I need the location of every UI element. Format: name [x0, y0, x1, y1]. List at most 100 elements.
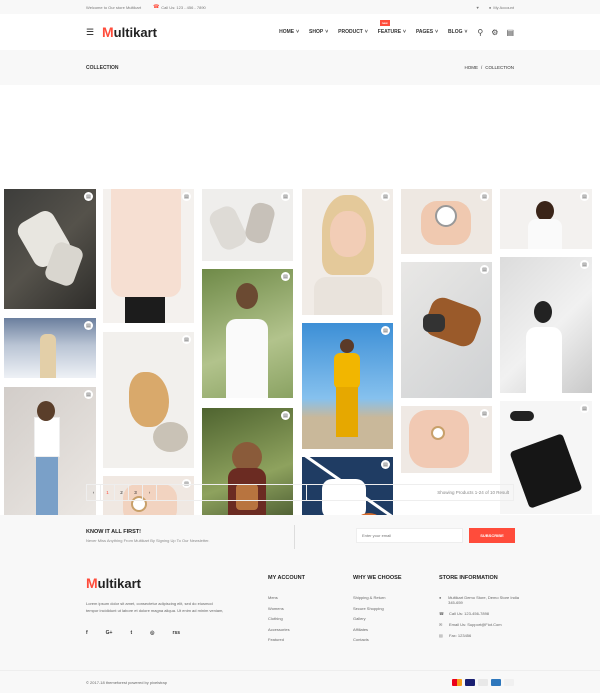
phone-icon: ☎ — [439, 611, 444, 616]
tile-white-shirt-man[interactable]: ▤ — [103, 189, 194, 323]
cart-icon[interactable]: ▤ — [84, 192, 93, 201]
email-field[interactable] — [356, 528, 463, 543]
user-icon: ● — [488, 4, 492, 10]
cart-icon[interactable]: ▤ — [480, 409, 489, 418]
search-icon[interactable]: ⚲ — [477, 28, 483, 37]
call-text: Call Us: 123 - 456 - 7890 — [161, 4, 206, 10]
cart-icon[interactable]: ▤ — [381, 326, 390, 335]
google-plus-icon[interactable]: G+ — [106, 630, 113, 636]
footer-link-contacts[interactable]: Contacts — [353, 637, 402, 648]
nav-shop[interactable]: SHOP ˅ — [309, 29, 328, 35]
tile-girl-leaning[interactable]: ▤ — [4, 387, 96, 522]
footer-store-info: STORE INFORMATION ● Multikart Demo Store,… — [439, 575, 520, 638]
tile-bag-headphones[interactable]: ▤ — [401, 262, 492, 398]
tile-shoes-flatlay[interactable]: ▤ — [202, 189, 293, 261]
footer-link-gallery[interactable]: Gallery — [353, 616, 402, 627]
account-menu[interactable]: ● My Account — [489, 5, 514, 10]
chevron-down-icon: ˅ — [435, 29, 439, 35]
rss-icon[interactable]: rss — [173, 630, 181, 636]
social-links: f G+ t ◎ rss — [86, 630, 226, 636]
tile-gold-accessory[interactable]: ▤ — [103, 332, 194, 468]
footer-bottom: © 2017-18 themeforest powered by pixelst… — [0, 670, 600, 693]
cart-icon[interactable]: ▤ — [84, 390, 93, 399]
amex-icon — [491, 678, 501, 686]
footer-link-shipping[interactable]: Shipping & Return — [353, 595, 402, 606]
cart-icon[interactable]: ▤ — [580, 192, 589, 201]
chevron-down-icon: ˅ — [403, 29, 406, 35]
nav-blog[interactable]: BLOG ˅ — [448, 29, 467, 35]
tile-hand-watch[interactable]: ▤ — [401, 189, 492, 254]
footer-about: M ultikart Lorem ipsum dolor sit amet, c… — [86, 575, 226, 636]
cart-icon[interactable]: ▤ — [381, 192, 390, 201]
page-2-button[interactable]: 2 — [115, 485, 129, 500]
cart-icon[interactable]: ▤ — [381, 460, 390, 469]
tile-sneakers[interactable]: ▤ — [4, 189, 96, 309]
footer-link-featured[interactable]: Featured — [268, 637, 305, 648]
welcome-text: Welcome to Our store Multikart — [86, 4, 142, 10]
mastercard-icon — [452, 678, 462, 686]
footer-link-mens[interactable]: Mens — [268, 595, 305, 606]
tile-woman-sunglasses[interactable]: ▤ — [500, 257, 592, 393]
location-icon: ● — [439, 595, 442, 600]
gear-icon[interactable]: ⚙ — [491, 28, 498, 37]
chevron-down-icon: ˅ — [464, 29, 468, 35]
hamburger-menu-icon[interactable]: ☰ — [86, 27, 96, 38]
heart-icon[interactable]: ♥ — [477, 5, 479, 10]
cart-icon[interactable]: ▤ — [281, 192, 290, 201]
fax-icon: ▤ — [439, 633, 443, 638]
phone-icon: ☎ — [153, 4, 160, 10]
footer-why-choose: WHY WE CHOOSE Shipping & Return Secure S… — [353, 575, 402, 648]
store-phone: Call Us: 123-456-7898 — [449, 611, 490, 616]
tile-girl-white-top[interactable]: ▤ — [202, 269, 293, 398]
tile-snow-girl[interactable]: ▤ — [4, 318, 96, 378]
cart-icon[interactable]: ▤ — [580, 404, 589, 413]
footer-link-accessories[interactable]: Accessories — [268, 627, 305, 638]
page-1-button[interactable]: 1 — [101, 485, 115, 500]
footer-link-clothing[interactable]: Clothing — [268, 616, 305, 627]
cart-icon[interactable]: ▤ — [182, 335, 191, 344]
copyright-text: © 2017-18 themeforest powered by pixelst… — [86, 679, 167, 685]
nav-product[interactable]: PRODUCT ˅ — [338, 29, 368, 35]
main-nav: HOME ˅ SHOP ˅ PRODUCT ˅ new FEATURE ˅ PAGES ˅ … — [279, 20, 467, 35]
cart-icon[interactable]: ▤ — [281, 411, 290, 420]
cart-icon[interactable]: ▤ — [580, 260, 589, 269]
tile-woman-portrait[interactable]: ▤ — [500, 189, 592, 249]
twitter-icon[interactable]: t — [130, 630, 132, 636]
page-title: COLLECTION — [86, 64, 119, 71]
top-bar: Welcome to Our store Multikart ☎ Call Us:… — [0, 0, 600, 14]
footer-link-secure[interactable]: Secure Shopping — [353, 606, 402, 617]
chevron-down-icon: ˅ — [325, 29, 329, 35]
tile-blonde-portrait[interactable]: ▤ — [302, 189, 393, 315]
cart-icon[interactable]: ▤ — [480, 265, 489, 274]
tile-hand-watch-2[interactable]: ▤ — [401, 406, 492, 473]
page-3-button[interactable]: 3 — [129, 485, 143, 500]
chevron-down-icon: ˅ — [364, 29, 368, 35]
main-header: ☰ M ultikart HOME ˅ SHOP ˅ PRODUCT ˅ new FEA… — [0, 14, 600, 50]
payment-methods — [452, 678, 514, 686]
cart-icon[interactable]: ▤ — [480, 192, 489, 201]
nav-feature[interactable]: new FEATURE ˅ — [378, 20, 406, 35]
cart-icon[interactable]: ▤ — [281, 272, 290, 281]
cart-icon[interactable]: ▤ — [182, 192, 191, 201]
facebook-icon[interactable]: f — [86, 630, 88, 636]
store-address: Multikart Demo Store, Demo Store India 3… — [448, 595, 520, 605]
nav-home[interactable]: HOME ˅ — [279, 29, 299, 35]
nav-pages[interactable]: PAGES ˅ — [416, 29, 438, 35]
subscribe-button[interactable]: SUBSCRIBE — [469, 528, 515, 543]
footer-link-affiliates[interactable]: Affiliates — [353, 627, 402, 638]
breadcrumb: COLLECTION HOME / COLLECTION — [0, 50, 600, 85]
cart-icon[interactable]: ▤ — [506, 28, 514, 37]
instagram-icon[interactable]: ◎ — [150, 630, 154, 636]
prev-page-button[interactable]: ‹ — [87, 485, 101, 500]
footer-my-account: MY ACCOUNT Mens Womens Clothing Accessor… — [268, 575, 305, 648]
cart-icon[interactable]: ▤ — [84, 321, 93, 330]
footer-logo[interactable]: M ultikart — [86, 575, 226, 591]
next-page-button[interactable]: › — [143, 485, 157, 500]
tile-yellow-tracksuit[interactable]: ▤ — [302, 323, 393, 449]
discover-icon — [504, 678, 514, 686]
breadcrumb-home[interactable]: HOME — [464, 65, 478, 70]
store-fax: Fax: 123456 — [449, 633, 472, 638]
footer-link-womens[interactable]: Womens — [268, 606, 305, 617]
newsletter: KNOW IT ALL FIRST! Never Miss Anything F… — [0, 515, 600, 557]
logo[interactable]: M ultikart — [102, 24, 157, 40]
